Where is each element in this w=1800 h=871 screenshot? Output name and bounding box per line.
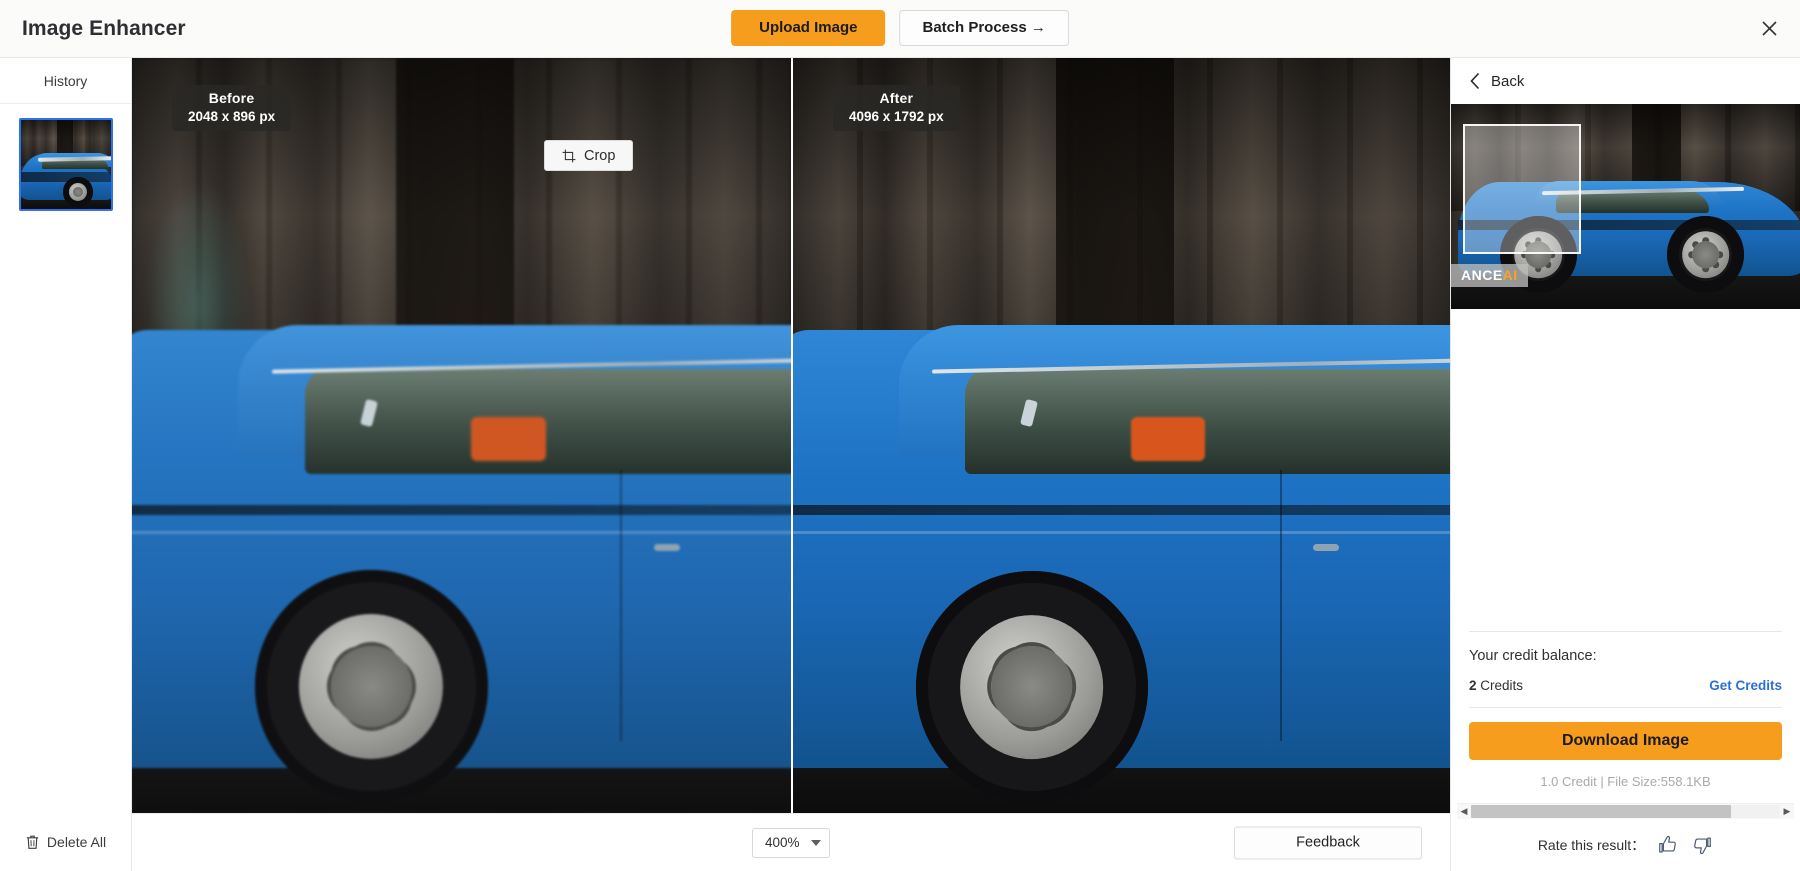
- thumbs-down-icon[interactable]: [1691, 834, 1713, 856]
- watermark-label: ANCEAI: [1451, 264, 1528, 287]
- watermark-accent: AI: [1502, 267, 1518, 283]
- feedback-button[interactable]: Feedback: [1234, 826, 1422, 859]
- trash-icon: [26, 835, 39, 849]
- scroll-left-arrow-icon[interactable]: ◀: [1457, 806, 1471, 817]
- image-navigator[interactable]: ANCEAI: [1451, 104, 1800, 309]
- panel-horizontal-scrollbar[interactable]: ◀ ▶: [1457, 803, 1794, 819]
- app-header: Image Enhancer Upload Image Batch Proces…: [0, 0, 1800, 58]
- download-meta-text: 1.0 Credit | File Size:558.1KB: [1540, 774, 1711, 789]
- delete-all-button[interactable]: Delete All: [0, 813, 131, 871]
- download-block: Download Image 1.0 Credit | File Size:55…: [1451, 708, 1800, 799]
- before-image: [132, 58, 791, 813]
- crop-button[interactable]: Crop: [544, 140, 634, 171]
- credit-amount: 2 Credits: [1469, 678, 1523, 693]
- back-label: Back: [1491, 72, 1525, 90]
- panel-spacer: [1451, 309, 1800, 631]
- rate-result-row: Rate this result：: [1451, 819, 1800, 871]
- upload-image-button[interactable]: Upload Image: [731, 10, 886, 46]
- crop-icon: [562, 149, 576, 162]
- credit-balance-label: Your credit balance:: [1469, 648, 1597, 664]
- after-pane[interactable]: After 4096 x 1792 px: [791, 58, 1450, 813]
- thumbs-up-icon[interactable]: [1657, 834, 1679, 856]
- credit-balance-row: 2 Credits Get Credits: [1469, 678, 1782, 693]
- history-list: [0, 104, 131, 813]
- history-header: History: [0, 58, 131, 104]
- before-pane[interactable]: Before 2048 x 896 px: [132, 58, 791, 813]
- image-canvas[interactable]: Before 2048 x 896 px After 4096 x 1792 p…: [132, 58, 1450, 813]
- chevron-left-icon: [1470, 72, 1480, 90]
- navigator-viewport-box[interactable]: [1463, 124, 1581, 254]
- credit-balance-block: Your credit balance: 2 Credits Get Credi…: [1451, 632, 1800, 707]
- after-image: [793, 58, 1450, 813]
- get-credits-link[interactable]: Get Credits: [1709, 678, 1782, 693]
- back-button[interactable]: Back: [1451, 58, 1800, 104]
- credit-amount-value: 2: [1469, 678, 1477, 693]
- details-panel: Back ANCEAI Your credit balance: 2 Credi…: [1450, 58, 1800, 871]
- crop-label: Crop: [584, 147, 616, 164]
- scroll-right-arrow-icon[interactable]: ▶: [1780, 806, 1794, 817]
- rate-result-label: Rate this result：: [1537, 837, 1646, 853]
- close-icon[interactable]: [1754, 14, 1784, 44]
- header-actions: Upload Image Batch Process →: [731, 10, 1069, 46]
- watermark-text: ANCE: [1461, 267, 1503, 283]
- chevron-down-icon: [811, 839, 821, 846]
- scrollbar-track[interactable]: [1471, 805, 1780, 818]
- thumbnail-image: [20, 120, 111, 209]
- image-enhancer-app: Image Enhancer Upload Image Batch Proces…: [0, 0, 1800, 871]
- delete-all-label: Delete All: [46, 834, 107, 850]
- close-glyph: [1761, 21, 1777, 36]
- credit-amount-unit: Credits: [1476, 678, 1524, 693]
- history-thumbnail-1[interactable]: [18, 118, 113, 211]
- canvas-bottom-bar: 400% Feedback: [132, 813, 1450, 871]
- download-image-button[interactable]: Download Image: [1469, 722, 1782, 760]
- comparison-area: Before 2048 x 896 px After 4096 x 1792 p…: [132, 58, 1450, 871]
- scrollbar-thumb[interactable]: [1471, 805, 1731, 818]
- page-title: Image Enhancer: [22, 16, 186, 40]
- history-sidebar: History Delete All: [0, 58, 132, 871]
- zoom-level-value: 400%: [765, 835, 800, 850]
- app-body: History Delete All Before 2048 x 896 px …: [0, 58, 1800, 871]
- batch-process-button[interactable]: Batch Process →: [899, 10, 1069, 46]
- zoom-level-select[interactable]: 400%: [752, 827, 830, 858]
